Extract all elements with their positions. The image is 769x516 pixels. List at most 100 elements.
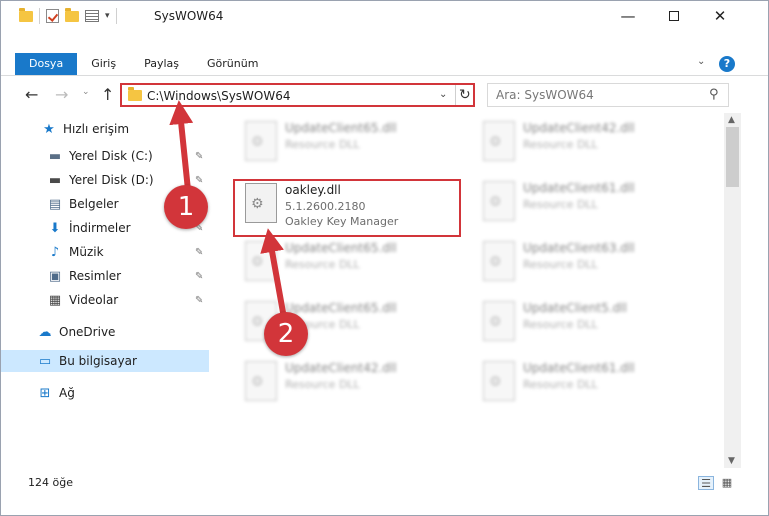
- sidebar-item-drive[interactable]: ▬ Yerel Disk (C:) ✎: [1, 145, 209, 167]
- search-icon[interactable]: ⚲: [709, 87, 719, 102]
- sidebar-item-music[interactable]: ♪ Müzik ✎: [1, 241, 209, 263]
- search-box[interactable]: Ara: SysWOW64 ⚲: [487, 83, 729, 107]
- back-button[interactable]: ←: [25, 85, 38, 104]
- file-item[interactable]: UpdateClient42.dll Resource DLL: [235, 355, 460, 411]
- dll-file-icon: [245, 241, 277, 281]
- dll-file-icon: [245, 361, 277, 401]
- minimize-icon: —: [620, 7, 636, 25]
- address-bar[interactable]: C:\Windows\SysWOW64 ⌄ ↻: [120, 83, 475, 107]
- help-icon[interactable]: ?: [719, 56, 735, 72]
- sidebar-item-label: Belgeler: [69, 197, 119, 211]
- new-folder-icon[interactable]: [65, 7, 79, 22]
- cloud-icon: ☁: [38, 324, 52, 340]
- recent-locations-icon[interactable]: ⌄: [82, 87, 90, 97]
- pin-icon[interactable]: ✎: [195, 295, 203, 306]
- minimize-button[interactable]: —: [605, 1, 651, 31]
- vertical-scrollbar[interactable]: ▲ ▼: [724, 113, 741, 468]
- file-item[interactable]: UpdateClient61.dll Resource DLL: [473, 175, 698, 231]
- status-bar: 124 öğe ☰ ▦: [1, 471, 768, 495]
- file-description: Resource DLL: [523, 318, 598, 331]
- sidebar-item-label: İndirmeler: [69, 221, 131, 235]
- file-item[interactable]: UpdateClient5.dll Resource DLL: [473, 295, 698, 351]
- dll-file-icon: [483, 241, 515, 281]
- file-description: Resource DLL: [285, 378, 360, 391]
- sidebar-item-label: Resimler: [69, 269, 122, 283]
- sidebar-item-star[interactable]: ★ Hızlı erişim: [1, 118, 209, 140]
- refresh-icon[interactable]: ↻: [459, 87, 471, 103]
- sidebar-item-pictures[interactable]: ▣ Resimler ✎: [1, 265, 209, 287]
- pin-icon[interactable]: ✎: [195, 247, 203, 258]
- ribbon-divider: [1, 75, 768, 76]
- tab-file[interactable]: Dosya: [15, 53, 78, 75]
- item-count: 124 öğe: [28, 476, 73, 489]
- file-item[interactable]: UpdateClient63.dll Resource DLL: [473, 235, 698, 291]
- documents-icon: ▤: [48, 196, 62, 212]
- forward-button[interactable]: →: [55, 85, 68, 104]
- file-name: UpdateClient65.dll: [285, 121, 397, 135]
- file-item[interactable]: UpdateClient65.dll Resource DLL: [235, 235, 460, 291]
- ribbon-tabs: Dosya Giriş Paylaş Görünüm: [15, 53, 272, 76]
- tab-home[interactable]: Giriş: [77, 53, 130, 75]
- pin-icon[interactable]: ✎: [195, 271, 203, 282]
- dll-file-icon: [483, 181, 515, 221]
- dll-file-icon: [483, 121, 515, 161]
- navigation-pane: ★ Hızlı erişim ▬ Yerel Disk (C:) ✎ ▬ Yerel Dis…: [1, 113, 211, 468]
- scroll-thumb[interactable]: [726, 127, 739, 187]
- file-name: UpdateClient5.dll: [523, 301, 627, 315]
- pin-icon[interactable]: ✎: [195, 151, 203, 162]
- sidebar-item-label: Müzik: [69, 245, 104, 259]
- search-input[interactable]: Ara: SysWOW64: [496, 88, 594, 102]
- tiles-view-icon[interactable]: ▦: [719, 476, 735, 490]
- address-history-icon[interactable]: ⌄: [439, 89, 447, 100]
- drive-icon: ▬: [48, 148, 62, 164]
- tab-share[interactable]: Paylaş: [130, 53, 193, 75]
- sidebar-item-label: Yerel Disk (D:): [69, 173, 154, 187]
- network-icon: ⊞: [39, 385, 51, 401]
- sidebar-item-label: Hızlı erişim: [63, 122, 130, 136]
- sidebar-item-cloud[interactable]: ☁ OneDrive: [1, 321, 209, 343]
- sidebar-item-network[interactable]: ⊞ Ağ: [1, 382, 209, 404]
- toolbar-divider: [115, 8, 117, 24]
- file-description: Resource DLL: [523, 198, 598, 211]
- up-button[interactable]: ↑: [101, 85, 114, 104]
- address-path[interactable]: C:\Windows\SysWOW64: [147, 89, 291, 103]
- file-description: Resource DLL: [285, 258, 360, 271]
- file-description: Resource DLL: [523, 378, 598, 391]
- window-title: SysWOW64: [154, 9, 224, 23]
- file-list: UpdateClient61.dllResource DLLUpdateClie…: [213, 113, 723, 468]
- file-name: UpdateClient42.dll: [285, 361, 397, 375]
- file-item[interactable]: UpdateClient65.dll Resource DLL: [235, 115, 460, 171]
- sidebar-item-label: OneDrive: [59, 325, 116, 339]
- file-description: Resource DLL: [523, 258, 598, 271]
- close-button[interactable]: ✕: [697, 1, 743, 31]
- file-name: UpdateClient61.dll: [523, 181, 635, 195]
- sidebar-item-computer[interactable]: ▭ Bu bilgisayar: [1, 350, 209, 372]
- chevron-down-icon[interactable]: ▾: [105, 11, 110, 21]
- highlight-frame: [233, 179, 461, 237]
- folder-icon[interactable]: [19, 7, 33, 22]
- file-item[interactable]: UpdateClient61.dll Resource DLL: [473, 355, 698, 411]
- properties-check-icon[interactable]: [46, 9, 59, 23]
- tab-view[interactable]: Görünüm: [193, 53, 272, 75]
- maximize-button[interactable]: [651, 1, 697, 31]
- explorer-window: ▾ SysWOW64 — ✕ Dosya Giriş Paylaş Görünü…: [0, 0, 769, 516]
- customize-toolbar-icon[interactable]: [85, 10, 99, 22]
- sidebar-item-label: Ağ: [59, 386, 75, 400]
- file-name: UpdateClient65.dll: [285, 241, 397, 255]
- quick-access-toolbar: ▾: [19, 7, 117, 24]
- computer-icon: ▭: [38, 353, 52, 369]
- sidebar-item-video[interactable]: ▦ Videolar ✎: [1, 289, 209, 311]
- download-icon: ⬇: [49, 220, 61, 236]
- close-icon: ✕: [713, 7, 727, 25]
- details-view-icon[interactable]: ☰: [698, 476, 714, 490]
- scroll-down-icon[interactable]: ▼: [728, 456, 735, 466]
- pin-icon[interactable]: ✎: [195, 175, 203, 186]
- file-description: Resource DLL: [523, 138, 598, 151]
- ribbon-expand-icon[interactable]: ⌄: [697, 56, 705, 67]
- scroll-up-icon[interactable]: ▲: [728, 115, 735, 125]
- file-name: UpdateClient63.dll: [523, 241, 635, 255]
- step-1-badge: 1: [164, 185, 208, 229]
- file-item[interactable]: UpdateClient42.dll Resource DLL: [473, 115, 698, 171]
- folder-icon: [128, 87, 142, 101]
- title-bar: ▾ SysWOW64 — ✕: [1, 1, 768, 31]
